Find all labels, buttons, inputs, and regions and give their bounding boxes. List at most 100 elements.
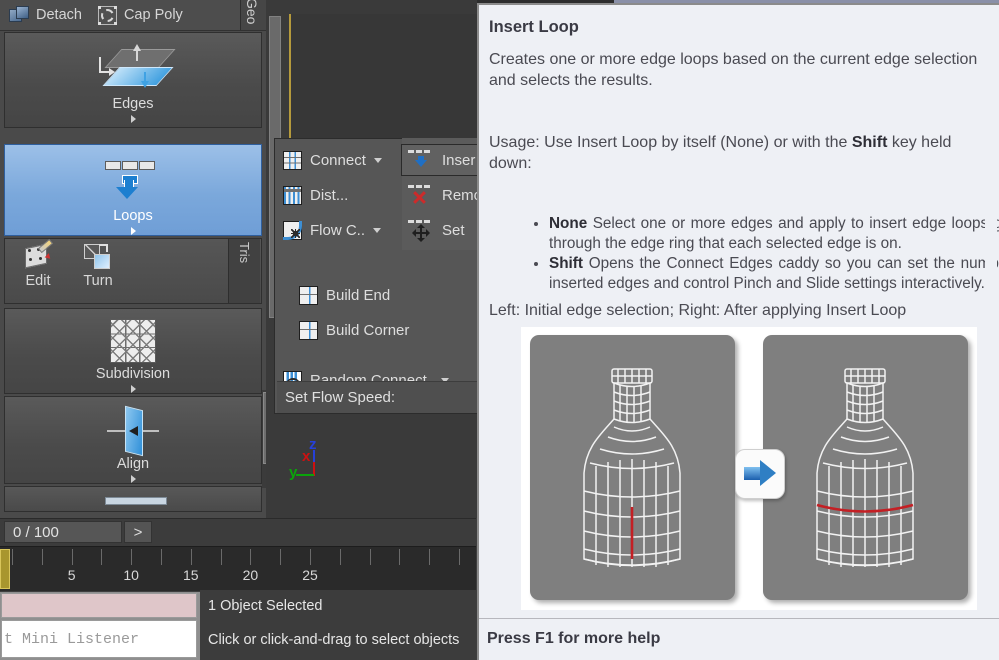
wireframe-bottle-before-svg: [583, 368, 681, 567]
menu-item-remove-loop[interactable]: Remo: [408, 182, 482, 208]
turn-icon: [83, 243, 113, 271]
axis-x-label: x: [302, 448, 311, 465]
tooltip-scrollbar[interactable]: [985, 5, 997, 617]
edit-button[interactable]: Edit: [7, 238, 69, 301]
tooltip-image-caption: Left: Initial edge selection; Right: Aft…: [489, 302, 907, 319]
tooltip-description: Creates one or more edge loops based on …: [489, 51, 978, 89]
build-end-label: Build End: [326, 286, 391, 304]
ruler-number: 20: [242, 567, 259, 583]
ruler-tick: [131, 549, 133, 565]
subdivision-expand-arrow-icon[interactable]: [130, 385, 136, 393]
wireframe-bottle-after-svg: [816, 368, 914, 567]
usage-shift-key: Shift: [851, 134, 888, 151]
connect-label: Connect: [310, 151, 366, 169]
ruler-tick: [250, 549, 252, 565]
bullet-text-shift: Opens the Connect Edges caddy so you can…: [549, 255, 999, 292]
listener-input-text: t Mini Listener: [4, 630, 140, 648]
selection-status: 1 Object Selected: [208, 598, 323, 614]
ruler-tick: [161, 549, 162, 565]
menu-item-flow-connect[interactable]: Flow C..: [283, 217, 382, 243]
ruler-tick: [71, 549, 73, 565]
panel-button-partial[interactable]: [4, 486, 262, 512]
illustration-right-after: [763, 335, 968, 600]
time-slider-handle[interactable]: [0, 549, 10, 589]
align-icon: [105, 405, 161, 457]
ruler-tick: [280, 549, 282, 565]
axis-y-label: y: [289, 464, 298, 481]
menu-item-build-end[interactable]: Build End: [299, 282, 390, 308]
panel-label-subdivision: Subdivision: [95, 366, 171, 382]
ruler-tick: [339, 549, 341, 565]
distribute-icon: [283, 185, 302, 205]
ruler-tick: [101, 549, 103, 565]
ruler-tick: [399, 549, 401, 565]
status-bar: 1 Object Selected Click or click-and-dra…: [200, 590, 476, 660]
loops-flyout-menu: Connect Dist... Flow C.. Inser Remo Set: [274, 138, 482, 414]
listener-input-field[interactable]: t Mini Listener: [1, 620, 197, 658]
ruler-tick: [190, 549, 192, 565]
edit-label: Edit: [25, 273, 51, 289]
remove-loop-icon: [408, 185, 434, 205]
loops-expand-arrow-icon[interactable]: [130, 227, 136, 235]
current-frame-value: 0 / 100: [13, 523, 59, 541]
tooltip-usage: Usage: Use Insert Loop by itself (None) …: [489, 132, 989, 174]
panel-button-subdivision[interactable]: Subdivision: [4, 308, 262, 394]
menu-item-connect[interactable]: Connect: [283, 147, 382, 173]
flow-connect-icon: [283, 220, 302, 240]
cap-poly-label: Cap Poly: [123, 7, 183, 23]
menu-item-dist[interactable]: Dist...: [283, 182, 348, 208]
set-loop-label: Set: [442, 221, 465, 239]
current-frame-field[interactable]: 0 / 100: [4, 521, 122, 543]
list-item: None Select one or more edges and apply …: [549, 214, 999, 253]
detach-button[interactable]: Detach: [0, 1, 90, 29]
edges-expand-arrow-icon[interactable]: [130, 115, 136, 123]
ruler-tick: [429, 549, 431, 565]
listener-output-field[interactable]: [1, 593, 197, 618]
frame-go-label: >: [133, 523, 143, 541]
tooltip-footer-help: Press F1 for more help: [487, 630, 661, 647]
flow-connect-label: Flow C..: [310, 221, 366, 239]
timeline-ruler[interactable]: 5 10 15 20 25: [0, 546, 490, 591]
build-corner-icon: [299, 320, 318, 340]
ruler-tick: [220, 549, 222, 565]
connect-grid-icon: [283, 150, 302, 170]
prompt-line: Click or click-and-drag to select object…: [208, 632, 460, 648]
ribbon-top-row: Detach Cap Poly: [0, 0, 266, 31]
cap-poly-button[interactable]: Cap Poly: [90, 1, 191, 29]
ruler-tick: [41, 549, 43, 565]
flow-connect-chevron-down-icon[interactable]: [373, 227, 382, 233]
menu-item-build-corner[interactable]: Build Corner: [299, 317, 409, 343]
build-end-icon: [299, 285, 318, 305]
right-arrow-icon: [735, 449, 785, 499]
edges-icon: [97, 44, 176, 93]
panel-label-edges: Edges: [112, 96, 154, 112]
set-flow-speed-row[interactable]: Set Flow Speed:: [277, 381, 480, 413]
tris-tab-label: Tris: [237, 242, 252, 264]
connect-chevron-down-icon[interactable]: [373, 157, 382, 163]
illustration-left-before: [530, 335, 735, 600]
detach-icon: [9, 6, 29, 24]
tris-vertical-tab[interactable]: Tris: [228, 239, 260, 303]
build-corner-label: Build Corner: [326, 321, 410, 339]
set-loop-icon: [408, 220, 434, 242]
turn-button[interactable]: Turn: [67, 243, 129, 301]
panel-button-align[interactable]: Align: [4, 396, 262, 484]
panel-button-loops[interactable]: Loops: [4, 144, 262, 236]
menu-item-insert-loop[interactable]: Inser: [408, 147, 475, 173]
list-item: Shift Opens the Connect Edges caddy so y…: [549, 254, 999, 293]
ruler-tick: [310, 549, 311, 565]
geo-vertical-tab[interactable]: Geo: [240, 0, 267, 30]
panel-button-edges[interactable]: Edges: [4, 32, 262, 128]
detach-label: Detach: [36, 7, 82, 23]
tooltip-illustration: [521, 327, 977, 610]
ruler-number: 10: [123, 567, 139, 583]
menu-item-set-loop[interactable]: Set: [408, 217, 465, 243]
bullet-term-none: None: [549, 215, 588, 232]
ruler-number: 5: [67, 567, 76, 583]
ruler-tick: [12, 549, 13, 565]
cap-poly-icon: [97, 5, 117, 25]
frame-go-button[interactable]: >: [124, 521, 152, 543]
axis-gizmo-icon: z x y: [289, 436, 340, 488]
align-expand-arrow-icon[interactable]: [130, 475, 136, 483]
ruler-number: 15: [183, 567, 199, 583]
